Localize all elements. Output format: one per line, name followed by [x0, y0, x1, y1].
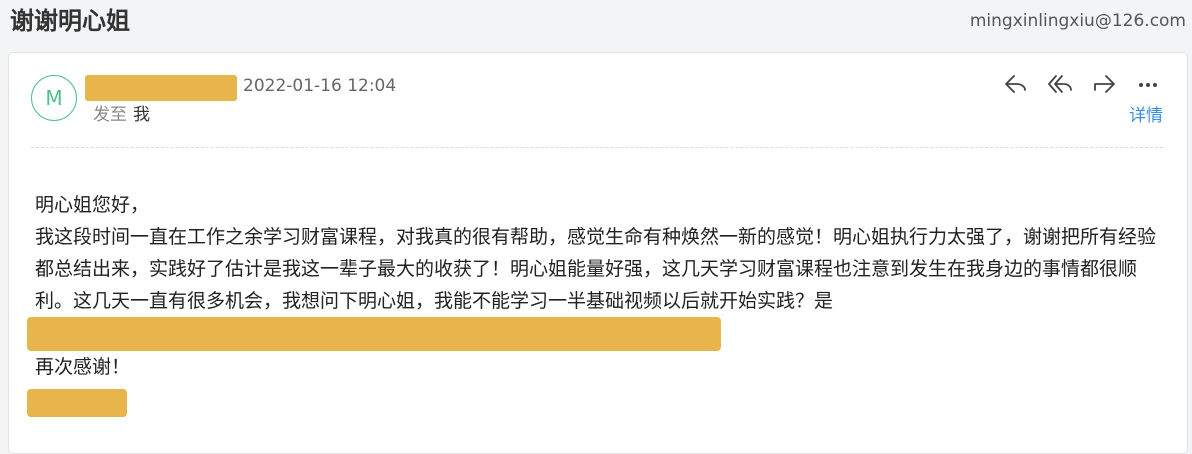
closing: 再次感谢！	[35, 356, 131, 378]
recipient-line: 发至我	[93, 103, 150, 127]
sender-address[interactable]: mingxinlingxiu@126.com	[970, 10, 1186, 32]
reply-icon	[1005, 75, 1026, 93]
sender-name-redacted	[85, 75, 237, 101]
details-link[interactable]: 详情	[1129, 105, 1163, 127]
redacted-signature	[27, 389, 127, 417]
message-actions	[1001, 69, 1163, 99]
to-label: 发至	[93, 105, 127, 125]
forward-icon	[1094, 75, 1115, 93]
reply-button[interactable]	[1001, 69, 1031, 99]
divider	[31, 147, 1163, 148]
to-value[interactable]: 我	[133, 105, 150, 125]
reply-all-button[interactable]	[1045, 69, 1075, 99]
greeting: 明心姐您好，	[35, 194, 150, 216]
message-card: M 2022-01-16 12:04 发至我 详情 明心姐您好， 我这段时间一直…	[8, 52, 1188, 454]
more-icon	[1139, 83, 1157, 87]
email-subject: 谢谢明心姐	[10, 7, 130, 35]
avatar: M	[31, 75, 77, 121]
reply-all-icon	[1048, 75, 1072, 93]
message-date: 2022-01-16 12:04	[243, 76, 397, 96]
more-button[interactable]	[1133, 69, 1163, 99]
redacted-text	[27, 317, 721, 351]
forward-button[interactable]	[1089, 69, 1119, 99]
message-body: 明心姐您好， 我这段时间一直在工作之余学习财富课程，对我真的很有帮助，感觉生命有…	[27, 189, 1163, 417]
body-paragraph: 我这段时间一直在工作之余学习财富课程，对我真的很有帮助，感觉生命有种焕然一新的感…	[35, 226, 1157, 312]
